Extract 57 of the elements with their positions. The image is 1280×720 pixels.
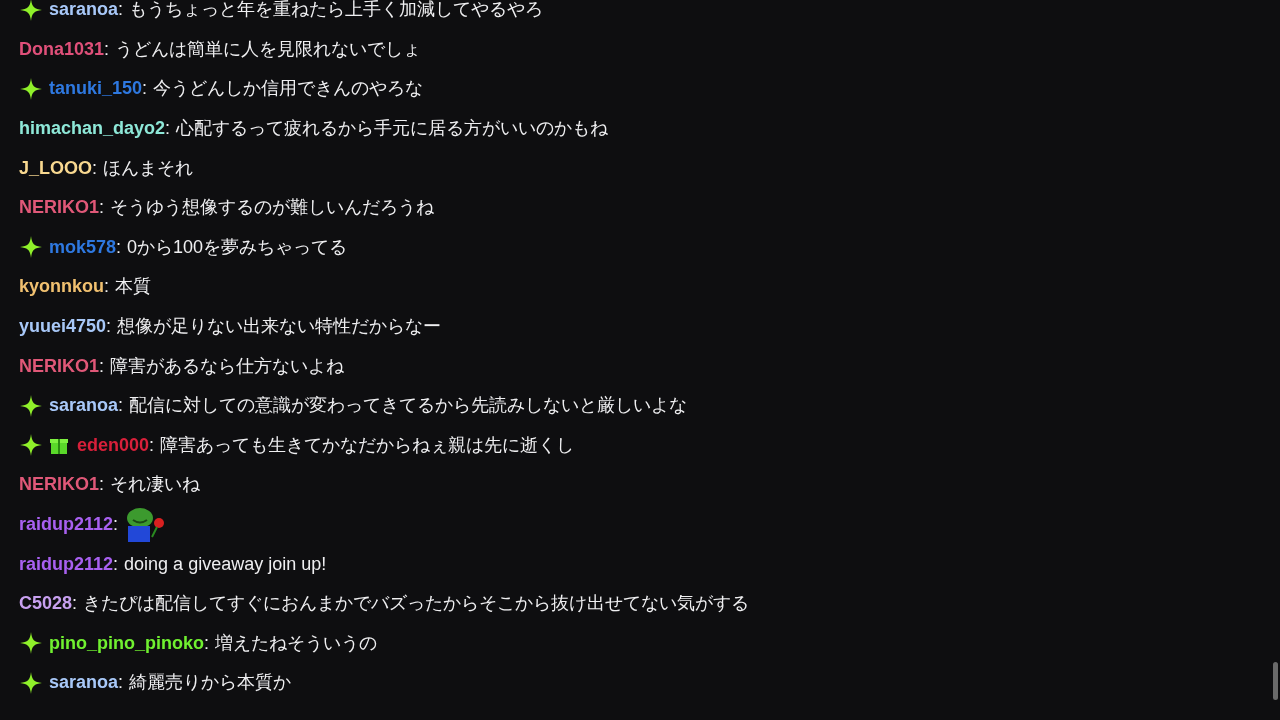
sparkle-icon [19,77,43,101]
message-text: 想像が足りない出来ない特性だからなー [117,315,442,339]
frog-emote-icon [124,506,167,543]
username[interactable]: NERIKO1 [19,471,99,499]
colon: : [116,235,122,259]
scrollbar-thumb[interactable] [1273,662,1278,700]
message-text: 本質 [115,275,152,299]
message-text: 今うどんしか信用できんのやろな [153,77,424,101]
colon: : [104,37,110,61]
colon: : [118,0,124,22]
username[interactable]: mok578 [49,233,117,261]
colon: : [165,117,171,141]
username[interactable]: NERIKO1 [19,194,99,222]
username[interactable]: pino_pino_pinoko [49,629,204,657]
message-text: そうゆう想像するのが難しいんだろうね [110,196,435,220]
username[interactable]: eden000 [77,431,150,459]
username[interactable]: kyonnkou [19,273,104,301]
message-text: もうちょっと年を重ねたら上手く加減してやるやろ [129,0,544,22]
username[interactable]: tanuki_150 [49,75,143,103]
username[interactable]: NERIKO1 [19,352,99,380]
colon: : [149,433,155,457]
message-text: 増えたねそういうの [215,631,377,655]
username[interactable]: Dona1031 [19,35,105,63]
colon: : [106,315,112,339]
message-text: それ凄いね [110,473,201,497]
message-text: doing a giveaway join up! [124,552,327,576]
username[interactable]: raidup2112 [19,511,114,538]
colon: : [113,513,119,536]
colon: : [92,156,98,180]
colon: : [104,275,110,299]
colon: : [118,394,124,418]
message-text: 障害あっても生きてかなだからねぇ親は先に逝くし [160,433,575,457]
sparkle-icon [19,0,43,22]
username[interactable]: saranoa [49,392,119,420]
colon: : [113,552,119,576]
username[interactable]: saranoa [49,0,119,24]
username[interactable]: raidup2112 [19,550,114,578]
colon: : [99,354,105,378]
colon: : [204,631,209,655]
message-text: ほんまそれ [103,156,194,180]
colon: : [99,473,105,497]
message-text: 0から100を夢みちゃってる [127,235,348,259]
message-text: 配信に対しての意識が変わってきてるから先読みしないと厳しいよな [129,394,688,418]
message-text: 障害があるなら仕方ないよね [110,354,345,378]
colon: : [99,196,105,220]
message-text: うどんは簡単に人を見限れないでしょ [115,37,422,61]
message-text: 心配するって疲れるから手元に居る方がいいのかもね [176,117,609,141]
username[interactable]: yuuei4750 [19,313,107,341]
colon: : [72,592,78,616]
colon: : [118,671,124,695]
username[interactable]: C5028 [19,590,73,618]
message-text: 綺麗売りから本質か [129,671,292,695]
username[interactable]: saranoa [49,669,119,697]
username[interactable]: J_LOOO [19,154,93,182]
colon: : [142,77,148,101]
username[interactable]: himachan_dayo2 [19,115,166,143]
message-text: きたぴは配信してすぐにおんまかでバズったからそこから抜け出せてない気がする [83,592,750,616]
